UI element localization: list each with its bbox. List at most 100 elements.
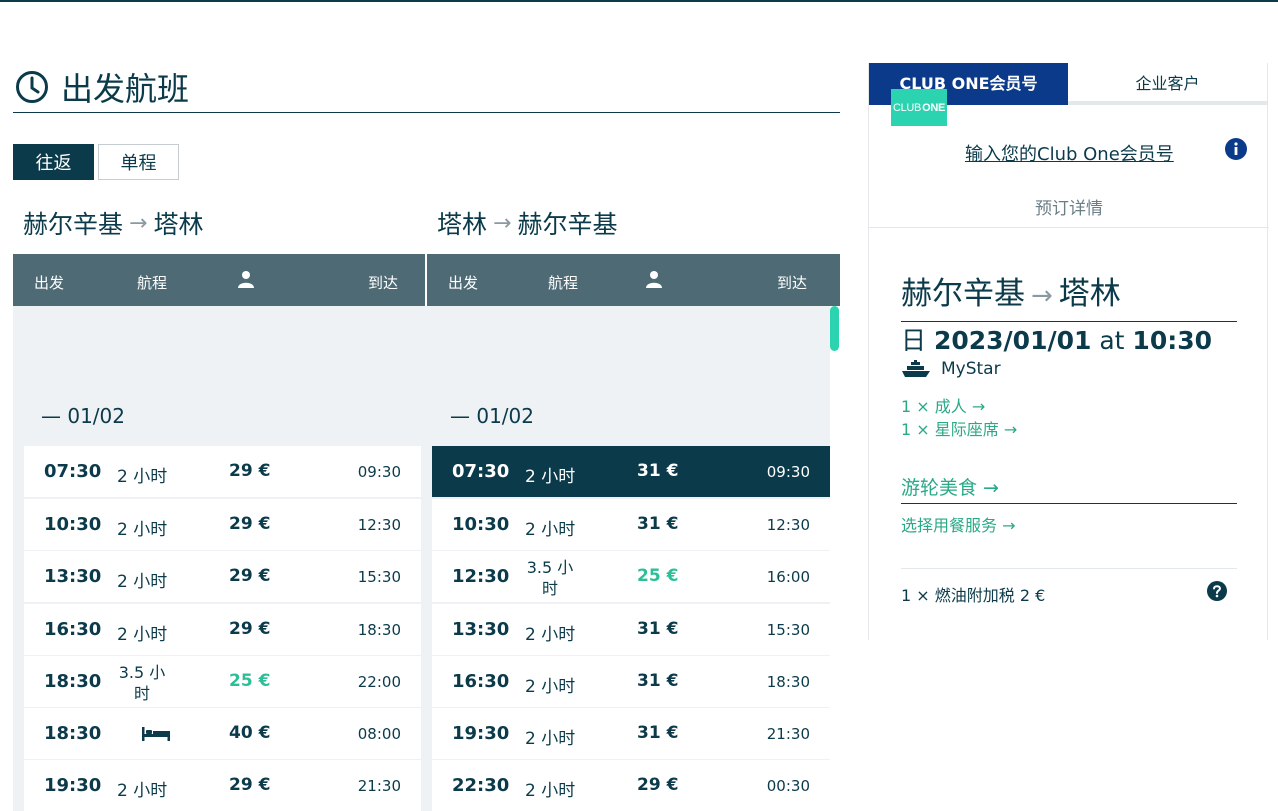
duration: 2 小时 <box>117 572 168 592</box>
outbound-row[interactable]: 18:30 3.5 小时 25 € 22:00 <box>24 656 421 707</box>
price: 29 € <box>229 566 271 586</box>
arrival-time: 18:30 <box>766 673 810 691</box>
price: 25 € <box>229 671 271 691</box>
outbound-row[interactable]: 19:30 2 小时 29 € 21:30 <box>24 760 421 811</box>
duration-line2: 时 <box>541 579 558 598</box>
round-trip-button[interactable]: 往返 <box>13 144 94 180</box>
return-table-header: 出发 航程 到达 <box>427 254 840 306</box>
outbound-route-title: 赫尔辛基 → 塔林 <box>23 205 203 241</box>
seat-class-link[interactable]: 1 × 星际座席 → <box>901 416 1017 440</box>
header-arrive: 到达 <box>777 274 808 292</box>
help-icon[interactable] <box>1207 581 1227 601</box>
one-way-button[interactable]: 单程 <box>98 144 179 180</box>
outbound-row[interactable]: 18:30 40 € 08:00 <box>24 708 421 759</box>
duration: 2 小时 <box>525 520 576 540</box>
ship-icon <box>902 360 930 377</box>
departure-time: 13:30 <box>44 566 102 587</box>
departure-time: 22:30 <box>452 775 510 796</box>
price: 31 € <box>637 461 679 481</box>
arrival-time: 09:30 <box>766 463 810 481</box>
arrow-right-icon: → <box>493 210 512 236</box>
departure-time: 18:30 <box>44 723 102 744</box>
trip-type-toggle: 往返 单程 <box>13 144 179 180</box>
price: 29 € <box>229 461 271 481</box>
outbound-row[interactable]: 13:30 2 小时 29 € 15:30 <box>24 551 421 602</box>
departure-time: 18:30 <box>44 671 102 692</box>
arrival-time: 21:30 <box>357 777 401 795</box>
return-row[interactable]: 16:30 2 小时 31 € 18:30 <box>432 656 830 707</box>
price: 29 € <box>229 619 271 639</box>
arrival-time: 18:30 <box>357 621 401 639</box>
club-logo-right: ONE <box>922 101 946 114</box>
arrow-right-icon: → <box>129 210 148 236</box>
tab-corporate[interactable]: 企业客户 <box>1068 63 1267 105</box>
header-duration: 航程 <box>548 274 579 292</box>
summary-date: 日 2023/01/01 at 10:30 <box>901 321 1212 357</box>
arrival-time: 12:30 <box>766 516 810 534</box>
price: 29 € <box>637 775 679 795</box>
divider <box>901 568 1237 569</box>
arrival-time: 22:00 <box>357 673 401 691</box>
return-from: 塔林 <box>437 210 488 239</box>
departure-time: 16:30 <box>452 671 510 692</box>
departure-time: 19:30 <box>44 775 102 796</box>
duration: 2 小时 <box>525 729 576 749</box>
select-meal-link[interactable]: 选择用餐服务 → <box>901 512 1016 536</box>
price: 25 € <box>637 566 679 586</box>
club-logo-left: CLUB <box>892 101 922 114</box>
info-icon[interactable] <box>1225 138 1247 160</box>
summary-route: 赫尔辛基 → 塔林 <box>901 268 1237 322</box>
top-border <box>0 0 1278 2</box>
booking-details-label: 预订详情 <box>1035 199 1103 219</box>
return-row[interactable]: 22:30 2 小时 29 € 00:30 <box>432 760 830 811</box>
cruise-food-link[interactable]: 游轮美食 → <box>901 473 1237 504</box>
departure-time: 07:30 <box>44 461 102 482</box>
return-row-selected[interactable]: 07:30 2 小时 31 € 09:30 <box>432 446 830 497</box>
arrival-time: 12:30 <box>357 516 401 534</box>
return-date: — 01/02 <box>450 404 534 428</box>
departure-time: 13:30 <box>452 619 510 640</box>
arrival-time: 00:30 <box>766 777 810 795</box>
outbound-table-header: 出发 航程 到达 <box>13 254 425 306</box>
return-row[interactable]: 10:30 2 小时 31 € 12:30 <box>432 499 830 550</box>
clock-icon <box>16 71 48 103</box>
header-depart: 出发 <box>448 274 479 292</box>
outbound-row[interactable]: 10:30 2 小时 29 € 12:30 <box>24 499 421 550</box>
arrival-time: 09:30 <box>357 463 401 481</box>
club-one-link[interactable]: 输入您的Club One会员号 <box>965 140 1174 166</box>
bed-icon <box>142 727 170 741</box>
header-arrive: 到达 <box>368 274 399 292</box>
scrollbar-thumb[interactable] <box>830 306 839 351</box>
adult-passengers-link[interactable]: 1 × 成人 → <box>901 393 985 417</box>
time-value: 10:30 <box>1132 326 1212 355</box>
outbound-to: 塔林 <box>153 210 204 239</box>
departure-time: 19:30 <box>452 723 510 744</box>
return-row[interactable]: 12:30 3.5 小时 25 € 16:00 <box>432 551 830 602</box>
departure-time: 07:30 <box>452 461 510 482</box>
outbound-row[interactable]: 07:30 2 小时 29 € 09:30 <box>24 446 421 497</box>
duration: 2 小时 <box>525 781 576 801</box>
price: 29 € <box>229 514 271 534</box>
arrival-time: 21:30 <box>766 725 810 743</box>
person-icon <box>646 271 662 288</box>
outbound-date: — 01/02 <box>41 404 125 428</box>
summary-from: 赫尔辛基 <box>901 276 1025 312</box>
departure-time: 10:30 <box>452 514 510 535</box>
duration: 2 小时 <box>117 520 168 540</box>
duration: 2 小时 <box>117 467 168 487</box>
booking-sidebar: CLUB ONE会员号 企业客户 CLUB ONE 输入您的Club One会员号… <box>868 63 1269 640</box>
departure-time: 12:30 <box>452 566 510 587</box>
return-row[interactable]: 19:30 2 小时 31 € 21:30 <box>432 708 830 759</box>
outbound-from: 赫尔辛基 <box>23 210 124 239</box>
club-one-logo: CLUB ONE <box>891 89 947 126</box>
header-duration: 航程 <box>137 274 168 292</box>
price: 31 € <box>637 671 679 691</box>
outbound-row[interactable]: 16:30 2 小时 29 € 18:30 <box>24 604 421 655</box>
return-row[interactable]: 13:30 2 小时 31 € 15:30 <box>432 604 830 655</box>
duration: 2 小时 <box>525 625 576 645</box>
arrival-time: 16:00 <box>766 568 810 586</box>
return-to: 赫尔辛基 <box>517 210 618 239</box>
page-title: 出发航班 <box>61 70 190 108</box>
arrival-time: 15:30 <box>357 568 401 586</box>
duration: 2 小时 <box>117 781 168 801</box>
